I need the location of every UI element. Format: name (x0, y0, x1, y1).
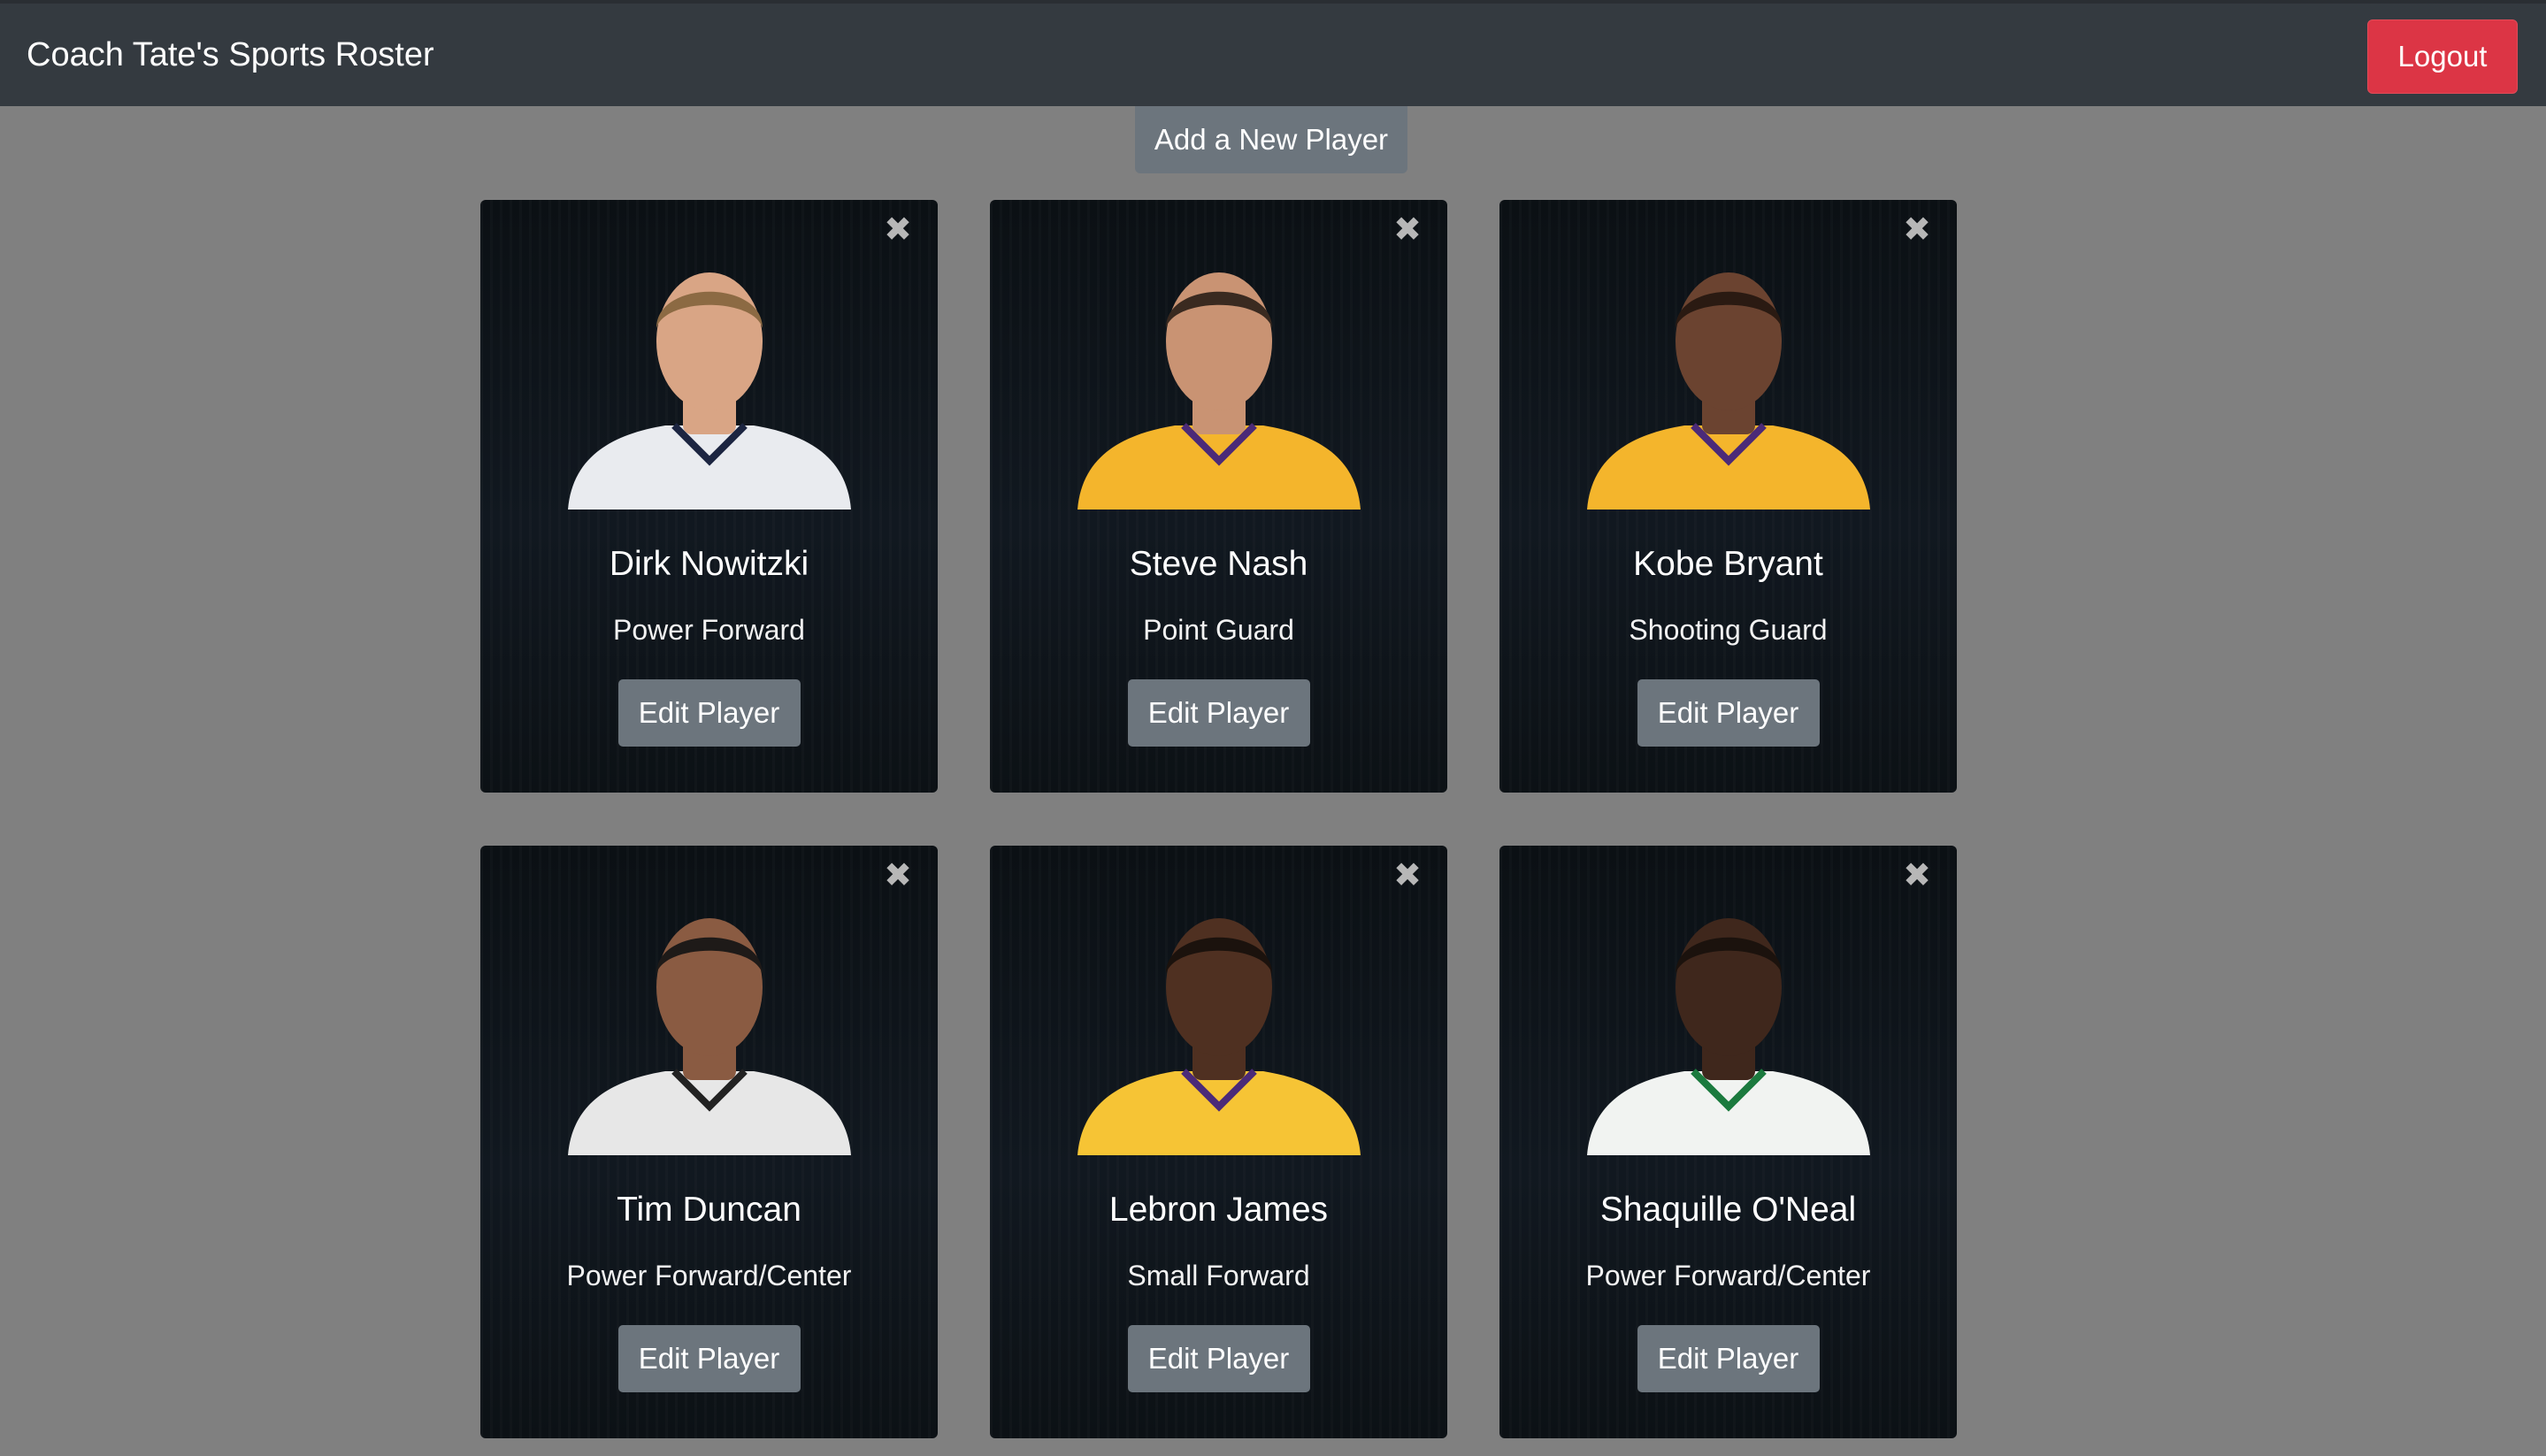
player-name: Tim Duncan (617, 1191, 801, 1229)
player-card: ✖ Tim Duncan Power Forward/Center Edit P… (480, 846, 938, 1438)
delete-player-icon[interactable]: ✖ (1902, 858, 1932, 892)
edit-player-button[interactable]: Edit Player (617, 679, 801, 747)
player-photo (1586, 272, 1870, 510)
player-card: ✖ Shaquille O'Neal Power Forward/Center … (1499, 846, 1957, 1438)
edit-player-button[interactable]: Edit Player (1637, 679, 1820, 747)
player-card: ✖ Lebron James Small Forward Edit Player (990, 846, 1447, 1438)
edit-player-button[interactable]: Edit Player (1127, 679, 1310, 747)
delete-player-icon[interactable]: ✖ (1392, 858, 1423, 892)
logout-button[interactable]: Logout (2367, 19, 2518, 94)
delete-player-icon[interactable]: ✖ (1902, 212, 1932, 246)
player-position: Power Forward/Center (566, 1260, 852, 1291)
app-title: Coach Tate's Sports Roster (27, 36, 434, 73)
player-name: Dirk Nowitzki (609, 545, 809, 583)
delete-player-icon[interactable]: ✖ (883, 212, 913, 246)
top-navbar: Coach Tate's Sports Roster Logout (0, 0, 2546, 106)
player-position: Point Guard (1143, 614, 1294, 646)
player-name: Steve Nash (1129, 545, 1308, 583)
jersey (1077, 1071, 1361, 1155)
player-name: Kobe Bryant (1633, 545, 1823, 583)
jersey (567, 1071, 851, 1155)
player-card: ✖ Steve Nash Point Guard Edit Player (990, 200, 1447, 793)
delete-player-icon[interactable]: ✖ (883, 858, 913, 892)
edit-player-button[interactable]: Edit Player (1127, 1325, 1310, 1392)
player-card: ✖ Dirk Nowitzki Power Forward Edit Playe… (480, 200, 938, 793)
player-position: Power Forward/Center (1585, 1260, 1871, 1291)
player-photo (1586, 918, 1870, 1155)
player-photo (1077, 272, 1361, 510)
edit-player-button[interactable]: Edit Player (1637, 1325, 1820, 1392)
edit-player-button[interactable]: Edit Player (617, 1325, 801, 1392)
player-card: ✖ Kobe Bryant Shooting Guard Edit Player (1499, 200, 1957, 793)
player-position: Small Forward (1127, 1260, 1310, 1291)
player-photo (567, 918, 851, 1155)
player-name: Lebron James (1108, 1191, 1329, 1229)
player-photo (567, 272, 851, 510)
player-position: Power Forward (613, 614, 805, 646)
delete-player-icon[interactable]: ✖ (1392, 212, 1423, 246)
player-name: Shaquille O'Neal (1599, 1191, 1857, 1229)
jersey (1077, 425, 1361, 510)
jersey (567, 425, 851, 510)
add-new-player-button[interactable]: Add a New Player (1135, 106, 1407, 173)
player-photo (1077, 918, 1361, 1155)
player-position: Shooting Guard (1629, 614, 1828, 646)
jersey (1586, 425, 1870, 510)
jersey (1586, 1071, 1870, 1155)
